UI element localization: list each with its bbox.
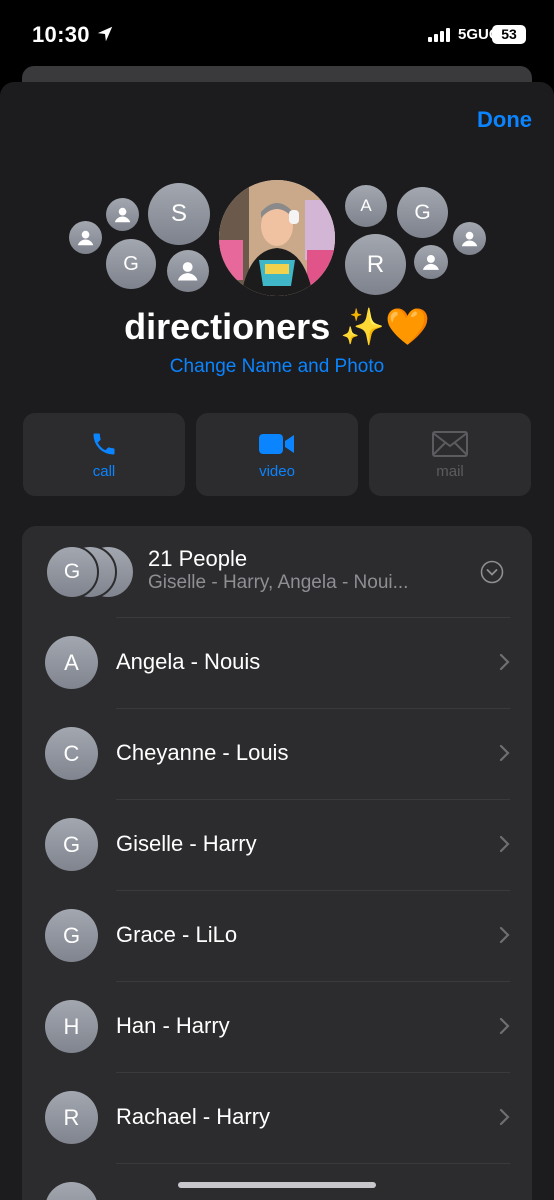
chevron-right-icon	[499, 835, 510, 853]
mail-button[interactable]: mail	[369, 413, 531, 496]
chevron-right-icon	[499, 1017, 510, 1035]
avatar-stack: G	[45, 545, 137, 599]
video-camera-icon	[259, 434, 294, 454]
avatar[interactable]	[453, 222, 486, 255]
avatar[interactable]: G	[106, 239, 156, 289]
location-arrow-icon	[97, 26, 113, 42]
home-indicator[interactable]	[178, 1182, 376, 1188]
member-row[interactable]: H Han - Harry	[22, 981, 532, 1072]
status-bar: 10:30 5GUC 53	[0, 0, 554, 70]
member-row[interactable]: R Rachael - Harry	[22, 1072, 532, 1163]
avatar: H	[45, 1000, 98, 1053]
avatar-initial: G	[414, 200, 431, 224]
avatar-initial: S	[170, 200, 187, 227]
avatar-initial: G	[45, 545, 99, 599]
avatar: G	[45, 818, 98, 871]
group-photo[interactable]	[219, 180, 335, 296]
divider	[116, 617, 510, 618]
avatar[interactable]	[106, 198, 139, 231]
avatar[interactable]: R	[345, 234, 406, 295]
avatar[interactable]	[167, 250, 209, 292]
person-icon	[461, 231, 478, 247]
change-name-and-photo-link[interactable]: Change Name and Photo	[0, 356, 554, 378]
avatar: G	[45, 909, 98, 962]
person-icon	[77, 230, 94, 246]
video-label: video	[259, 463, 295, 480]
member-name: Cheyanne - Louis	[116, 740, 289, 765]
avatar[interactable]	[69, 221, 102, 254]
avatar: C	[45, 727, 98, 780]
chevron-right-icon	[499, 653, 510, 671]
members-list: G 21 People Giselle - Harry, Angela - No…	[22, 526, 532, 1200]
member-name: Rachael - Harry	[116, 1104, 271, 1129]
clock: 10:30	[32, 22, 90, 47]
person-icon	[423, 255, 439, 270]
avatar[interactable]: S	[148, 183, 210, 245]
phone-icon	[93, 433, 115, 455]
members-preview: Giselle - Harry, Angela - Noui...	[148, 572, 409, 593]
member-name: Han - Harry	[116, 1013, 230, 1038]
call-label: call	[92, 463, 116, 480]
chevron-right-icon	[499, 926, 510, 944]
battery-icon: 53	[492, 25, 526, 44]
call-button[interactable]: call	[23, 413, 185, 496]
member-row[interactable]: G Grace - LiLo	[22, 890, 532, 981]
done-button[interactable]: Done	[477, 107, 532, 133]
member-row[interactable]: C Cheyanne - Louis	[22, 708, 532, 799]
divider	[116, 981, 510, 982]
group-name: directioners ✨🧡	[124, 306, 430, 347]
members-count: 21 People	[148, 546, 248, 571]
divider	[116, 890, 510, 891]
divider	[116, 799, 510, 800]
group-photo-image	[219, 180, 335, 296]
person-icon	[114, 207, 131, 223]
avatar: A	[45, 636, 98, 689]
person-icon	[178, 262, 198, 281]
mail-label: mail	[436, 463, 464, 480]
avatar-initial: R	[366, 250, 385, 278]
avatar-initial: A	[360, 196, 372, 215]
avatar-initial: G	[123, 252, 139, 275]
avatar[interactable]: A	[345, 185, 387, 227]
divider	[116, 708, 510, 709]
divider	[116, 1072, 510, 1073]
member-row[interactable]: G Giselle - Harry	[22, 799, 532, 890]
cellular-signal-icon	[428, 28, 452, 42]
members-summary-row[interactable]: G 21 People Giselle - Harry, Angela - No…	[22, 526, 532, 617]
chevron-right-icon	[499, 1108, 510, 1126]
member-name: Giselle - Harry	[116, 831, 257, 856]
avatar[interactable]: G	[397, 187, 448, 238]
avatar	[45, 1182, 98, 1200]
member-name: Grace - LiLo	[116, 922, 238, 947]
member-row[interactable]: A Angela - Nouis	[22, 617, 532, 708]
envelope-icon	[432, 431, 468, 457]
avatar: R	[45, 1091, 98, 1144]
member-name: Angela - Nouis	[116, 649, 261, 674]
chevron-down-icon[interactable]	[480, 560, 504, 584]
chevron-right-icon	[499, 744, 510, 762]
divider	[116, 1163, 510, 1164]
avatar[interactable]	[414, 245, 448, 279]
video-button[interactable]: video	[196, 413, 358, 496]
